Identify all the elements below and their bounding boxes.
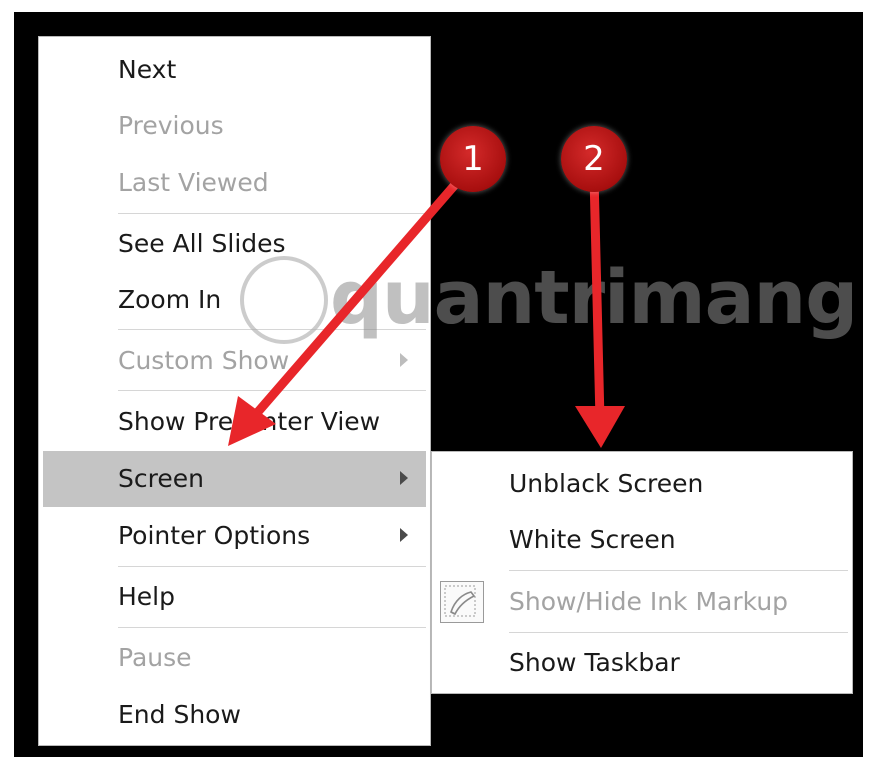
arrow-head-2 <box>575 406 625 448</box>
arrow-to-unblack <box>589 171 605 425</box>
step-badge-1: 1 <box>440 126 506 192</box>
step-badge-2: 2 <box>561 126 627 192</box>
arrow-to-screen-item <box>239 167 471 433</box>
annotation-arrows <box>228 167 625 448</box>
